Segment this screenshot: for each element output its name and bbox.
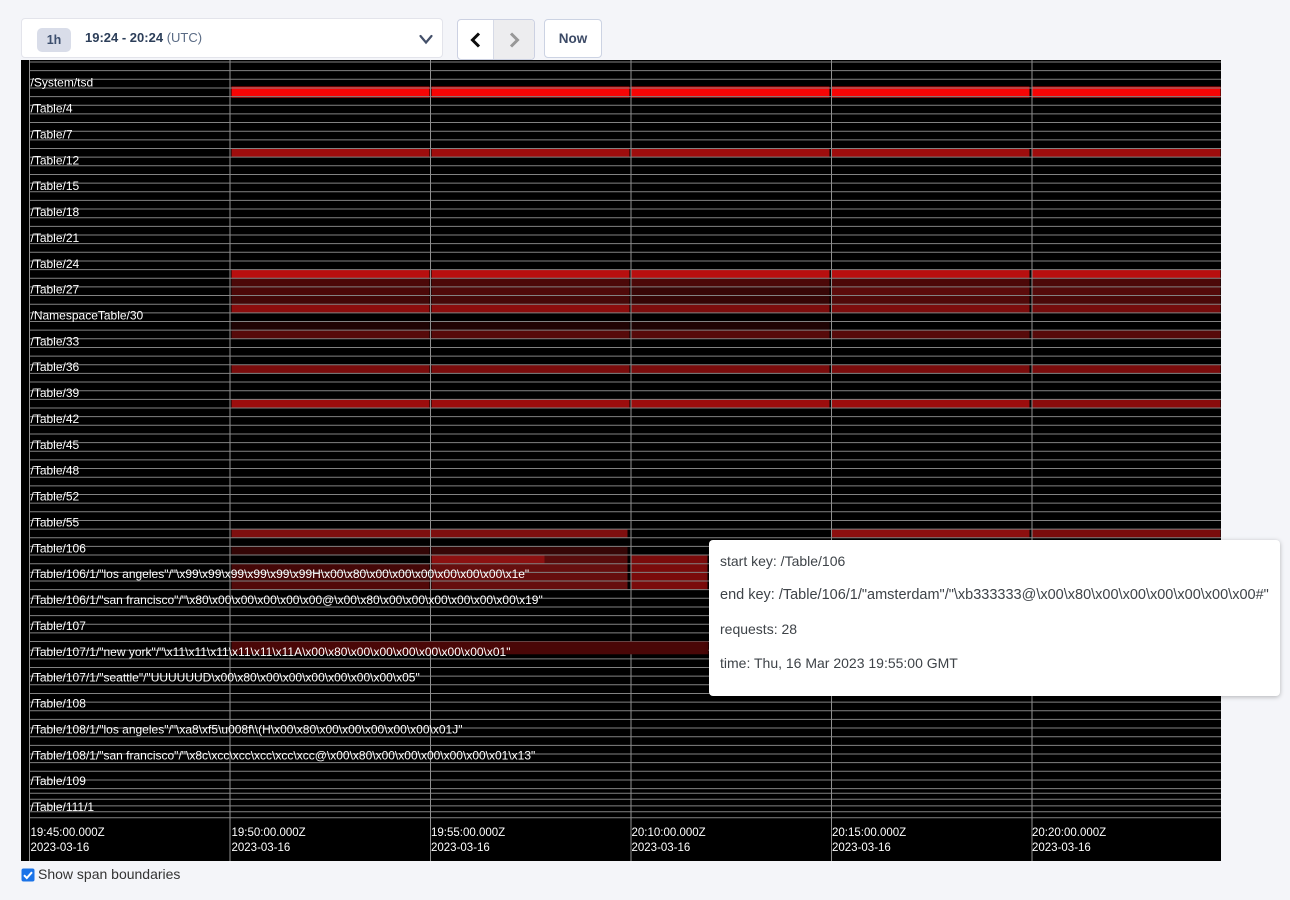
svg-text:/Table/107: /Table/107 [31,619,87,633]
svg-text:/Table/33: /Table/33 [31,334,80,348]
svg-text:/Table/15: /Table/15 [31,179,80,193]
svg-text:/Table/107/1/"seattle"/"UUUUUU: /Table/107/1/"seattle"/"UUUUUUD\x00\x80\… [31,671,420,685]
svg-text:2023-03-16: 2023-03-16 [431,842,490,854]
svg-text:/Table/48: /Table/48 [31,464,80,478]
svg-text:20:10:00.000Z: 20:10:00.000Z [632,827,706,839]
svg-text:2023-03-16: 2023-03-16 [31,842,90,854]
svg-text:/Table/24: /Table/24 [31,257,80,271]
svg-text:/Table/42: /Table/42 [31,412,80,426]
svg-text:2023-03-16: 2023-03-16 [632,842,691,854]
svg-text:19:55:00.000Z: 19:55:00.000Z [431,827,505,839]
svg-text:19:45:00.000Z: 19:45:00.000Z [31,827,105,839]
svg-text:/Table/109: /Table/109 [31,774,87,788]
svg-text:/Table/108/1/"san francisco"/": /Table/108/1/"san francisco"/"\x8c\xcc\x… [31,748,536,762]
svg-text:/Table/18: /Table/18 [31,205,80,219]
svg-text:/Table/108: /Table/108 [31,697,87,711]
svg-text:/Table/21: /Table/21 [31,231,80,245]
svg-text:/Table/27: /Table/27 [31,283,80,297]
svg-text:/Table/52: /Table/52 [31,490,80,504]
svg-text:/Table/7: /Table/7 [31,127,73,141]
svg-text:2023-03-16: 2023-03-16 [232,842,291,854]
svg-text:/Table/106/1/"los angeles"/"\x: /Table/106/1/"los angeles"/"\x99\x99\x99… [31,567,530,581]
svg-text:/Table/45: /Table/45 [31,438,80,452]
svg-text:2023-03-16: 2023-03-16 [1032,842,1091,854]
svg-text:/Table/12: /Table/12 [31,153,80,167]
svg-text:/System/tsd: /System/tsd [31,76,94,90]
svg-text:/NamespaceTable/30: /NamespaceTable/30 [31,309,144,323]
svg-text:20:20:00.000Z: 20:20:00.000Z [1032,827,1106,839]
svg-text:19:50:00.000Z: 19:50:00.000Z [232,827,306,839]
svg-text:/Table/55: /Table/55 [31,515,80,529]
svg-text:2023-03-16: 2023-03-16 [832,842,891,854]
svg-text:/Table/106/1/"san francisco"/": /Table/106/1/"san francisco"/"\x80\x00\x… [31,593,543,607]
svg-text:/Table/111/1: /Table/111/1 [31,800,95,814]
svg-text:/Table/106: /Table/106 [31,541,87,555]
svg-text:/Table/39: /Table/39 [31,386,80,400]
svg-text:/Table/36: /Table/36 [31,360,80,374]
svg-text:/Table/108/1/"los angeles"/"\x: /Table/108/1/"los angeles"/"\xa8\xf5\u00… [31,722,463,736]
svg-text:/Table/107/1/"new york"/"\x11\: /Table/107/1/"new york"/"\x11\x11\x11\x1… [31,645,511,659]
svg-text:/Table/4: /Table/4 [31,102,73,116]
svg-text:20:15:00.000Z: 20:15:00.000Z [832,827,906,839]
